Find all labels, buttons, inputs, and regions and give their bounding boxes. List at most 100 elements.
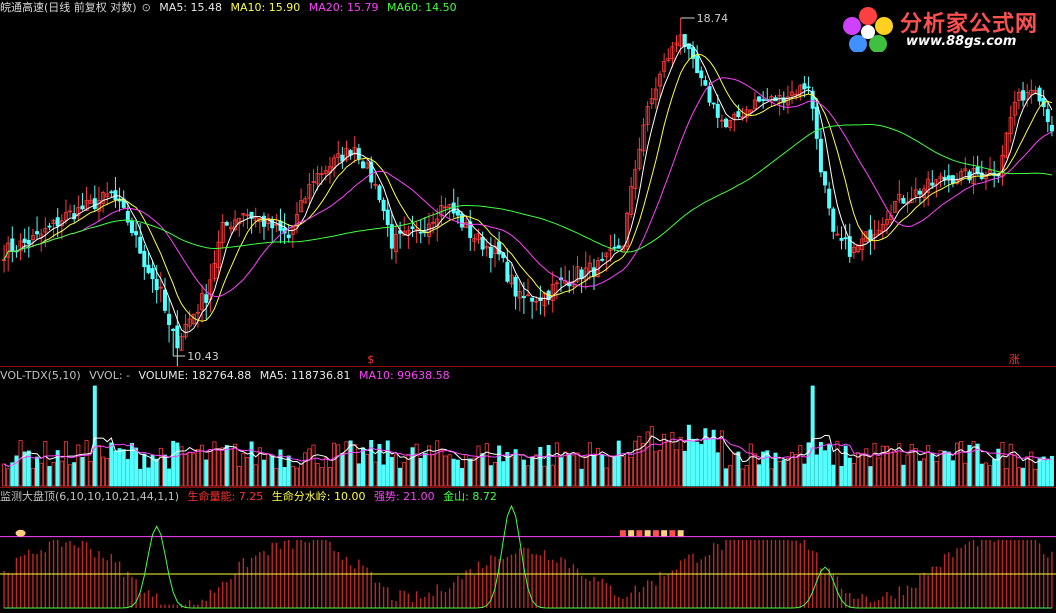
volume-bar xyxy=(633,440,638,487)
volume-bar xyxy=(472,457,477,487)
chevron-down-icon[interactable]: ⊙ xyxy=(142,1,151,14)
volume-bar xyxy=(14,455,19,487)
volume-bar xyxy=(996,448,1001,487)
candle-body xyxy=(26,239,31,245)
volume-bar xyxy=(674,449,679,487)
volume-bar xyxy=(707,438,712,487)
volume-bar xyxy=(509,456,514,487)
candle-body xyxy=(600,258,605,261)
candle-body xyxy=(818,138,823,173)
candle-body xyxy=(699,70,704,79)
candle-body xyxy=(204,294,209,303)
indicator-name[interactable]: 监测大盘顶(6,10,10,10,21,44,1,1) xyxy=(0,490,179,503)
candle-body xyxy=(707,86,712,103)
volume-bar xyxy=(134,447,139,487)
volume-bar xyxy=(1041,456,1046,487)
volume-bar xyxy=(175,442,180,487)
candle-body xyxy=(35,231,40,235)
stock-chart[interactable]: 18.74 10.43 $ 涨 xyxy=(0,0,1056,610)
volume-bar xyxy=(18,440,23,487)
panel-divider-vol-ind[interactable] xyxy=(0,487,1056,488)
volume-bar xyxy=(1025,456,1030,487)
volume-bar xyxy=(922,458,927,487)
volume-bar xyxy=(393,454,398,487)
volume-bar xyxy=(96,445,101,487)
volume-indicator-name[interactable]: VOL-TDX(5,10) xyxy=(0,369,81,382)
volume-bar xyxy=(983,462,988,487)
volume-bar xyxy=(245,457,250,487)
candle-body xyxy=(513,276,518,297)
volume-bar xyxy=(167,468,172,487)
volume-bar xyxy=(934,461,939,487)
flower-logo-icon xyxy=(843,7,893,52)
volume-bar xyxy=(398,467,403,487)
volume-bar xyxy=(715,452,720,487)
volume-bar xyxy=(121,449,126,487)
volume-bar xyxy=(348,440,353,487)
volume-bar xyxy=(592,455,597,487)
volume-bar xyxy=(224,445,229,487)
volume-bar xyxy=(823,450,828,487)
volume-bar xyxy=(930,453,935,487)
volume-bar xyxy=(872,442,877,487)
volume-bar xyxy=(893,451,898,487)
candle-body xyxy=(814,106,819,139)
candle-body xyxy=(385,209,390,225)
volume-bar xyxy=(476,445,481,487)
volume-bar xyxy=(356,463,361,487)
volume-bar xyxy=(212,441,217,487)
candle-body xyxy=(579,269,584,279)
candle-body xyxy=(109,191,114,194)
volume-bar xyxy=(187,451,192,487)
volume-bar xyxy=(567,453,572,487)
volume-bar xyxy=(381,464,386,487)
volume-bar xyxy=(270,455,275,487)
volume-bar xyxy=(653,451,658,487)
volume-bar xyxy=(1045,460,1050,487)
candle-body xyxy=(497,241,502,255)
volume-ma10-value: MA10: 99638.58 xyxy=(358,369,450,382)
volume-bar xyxy=(526,465,531,487)
volume-bar xyxy=(752,453,757,487)
candle-body xyxy=(171,328,176,331)
volume-bar xyxy=(125,459,130,487)
volume-bar xyxy=(1016,467,1021,487)
volume-bar xyxy=(897,443,902,487)
chart-canvas[interactable]: 18.74 10.43 $ 涨 xyxy=(0,0,1056,610)
candle-body xyxy=(1049,124,1054,132)
volume-bar xyxy=(410,447,415,487)
volume-bar xyxy=(785,458,790,487)
volume-bar xyxy=(682,450,687,487)
stock-title[interactable]: 皖通高速(日线 前复权 对数) xyxy=(0,1,137,14)
candle-body xyxy=(831,208,836,232)
volume-bar xyxy=(418,458,423,487)
volume-bar xyxy=(699,443,704,487)
panel-divider-main-vol[interactable] xyxy=(0,366,1056,367)
candle-body xyxy=(823,171,828,186)
candle-body xyxy=(942,176,947,180)
volume-bar xyxy=(517,454,522,487)
volume-bar xyxy=(431,454,436,487)
candle-body xyxy=(162,289,167,311)
volume-bar xyxy=(138,468,143,487)
volume-bar xyxy=(666,441,671,487)
ma20-value: MA20: 15.79 xyxy=(308,1,379,14)
volume-bar xyxy=(47,466,52,487)
volume-bar xyxy=(220,447,225,487)
volume-bar xyxy=(608,455,613,487)
candle-body xyxy=(703,80,708,86)
volume-bar xyxy=(327,467,332,487)
top-signal-marker xyxy=(619,530,626,537)
volume-bar xyxy=(946,451,951,487)
volume-bar xyxy=(571,455,576,487)
volume-bar xyxy=(447,454,452,487)
volume-bar xyxy=(208,449,213,487)
volume-bar xyxy=(294,467,299,487)
volume-bar xyxy=(542,465,547,487)
volume-bar xyxy=(579,468,584,487)
ma10-value: MA10: 15.90 xyxy=(230,1,301,14)
volume-bar xyxy=(311,444,316,487)
candle-body xyxy=(757,96,762,102)
volume-bar xyxy=(488,465,493,487)
volume-bar xyxy=(686,424,691,487)
